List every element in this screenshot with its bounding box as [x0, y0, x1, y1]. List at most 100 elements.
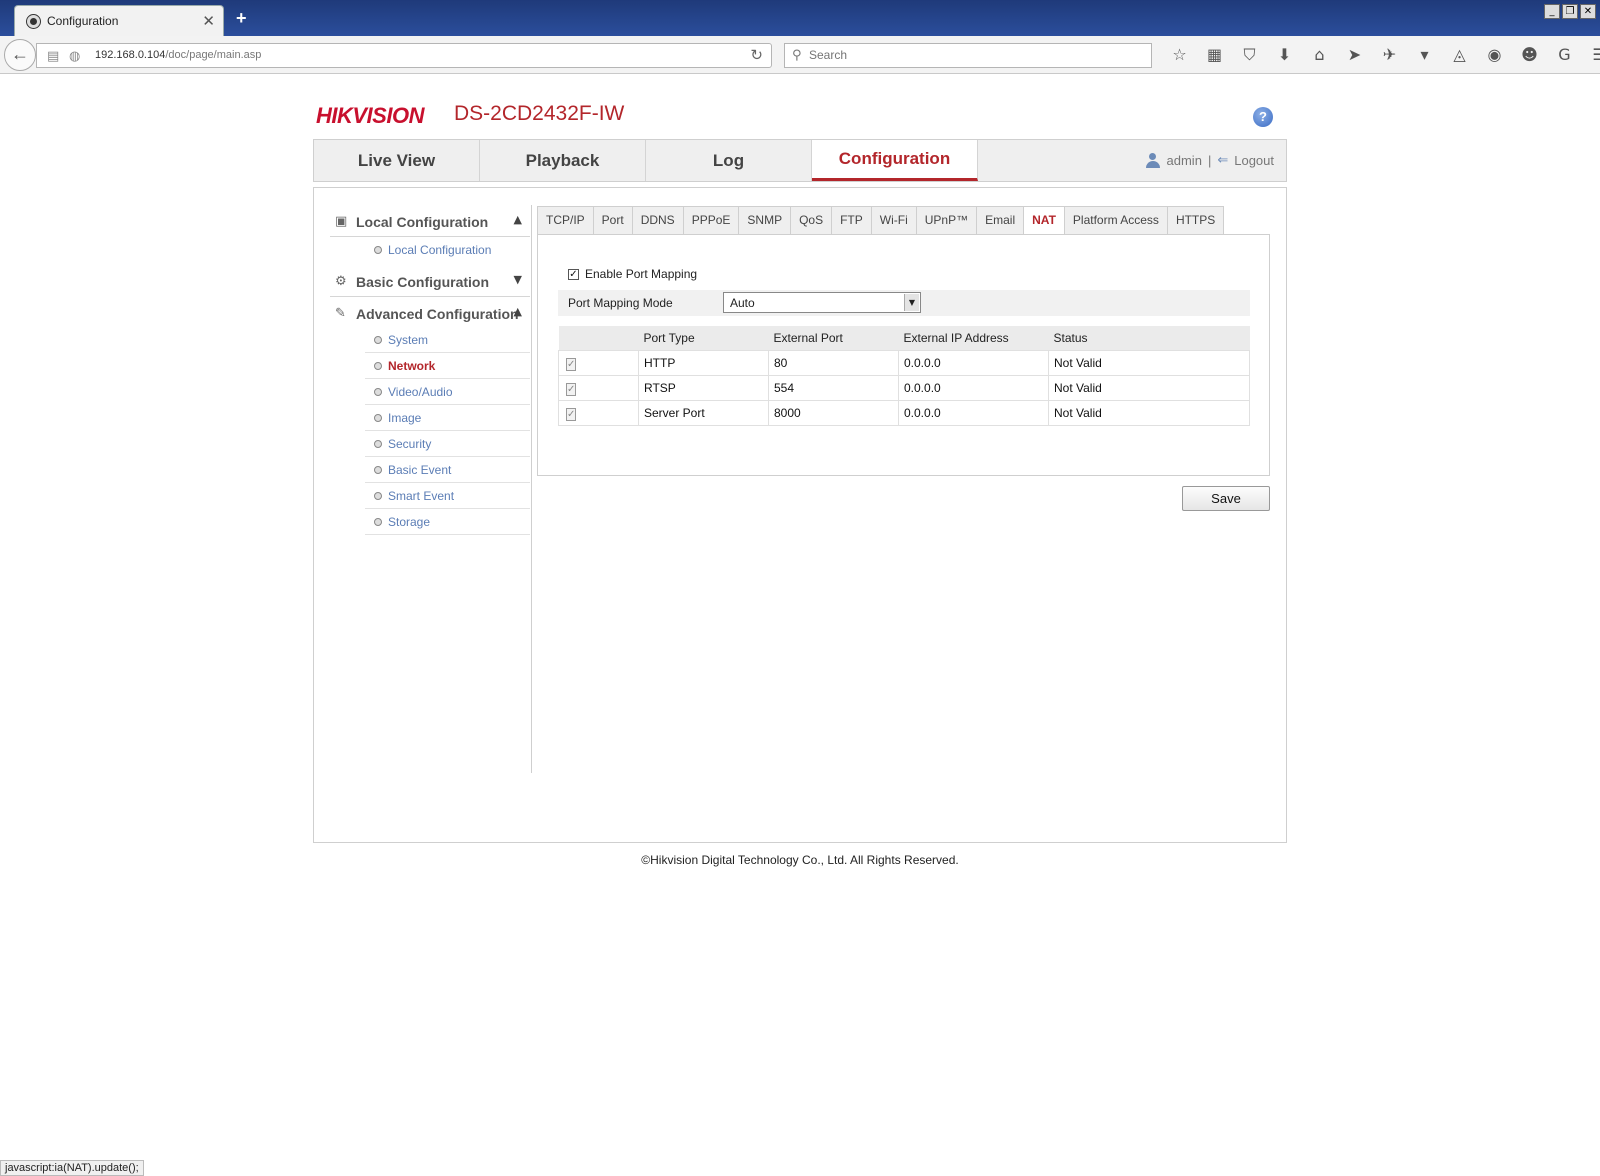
enable-port-mapping-checkbox[interactable]: ✓: [568, 268, 579, 280]
pocket-icon[interactable]: ⛉: [1232, 45, 1267, 65]
new-tab-button[interactable]: +: [236, 8, 247, 29]
dropdown-arrow-icon[interactable]: ▼: [904, 294, 919, 311]
section-advanced-configuration[interactable]: ✎ Advanced Configuration ▲: [330, 297, 530, 329]
reload-icon[interactable]: ↻: [750, 46, 763, 64]
tab-configuration[interactable]: Configuration: [812, 140, 978, 181]
tab-live-view[interactable]: Live View: [314, 140, 480, 181]
section-local-configuration[interactable]: ▣ Local Configuration ▲: [330, 205, 530, 237]
port-type-cell: Server Port: [638, 399, 769, 426]
url-text[interactable]: 192.168.0.104/doc/page/main.asp: [95, 49, 261, 61]
subtab-wifi[interactable]: Wi-Fi: [871, 206, 917, 235]
section-basic-configuration[interactable]: ⚙ Basic Configuration ▼: [330, 265, 530, 297]
minimize-icon[interactable]: _: [1544, 4, 1560, 19]
subtab-port[interactable]: Port: [593, 206, 633, 235]
bullet-icon: [374, 388, 382, 396]
chevron-down-icon[interactable]: ▼: [514, 273, 522, 286]
tab-playback[interactable]: Playback: [480, 140, 646, 181]
column-header: Status: [1048, 326, 1250, 350]
restore-icon[interactable]: ❐: [1562, 4, 1578, 19]
bullet-icon: [374, 492, 382, 500]
bullet-icon: [374, 362, 382, 370]
search-bar[interactable]: ⚲: [784, 43, 1152, 68]
page-info-icon[interactable]: ▤: [47, 48, 59, 64]
home-icon[interactable]: ⌂: [1302, 45, 1337, 65]
external-port-cell[interactable]: 554: [768, 374, 899, 401]
copyright-footer: ©Hikvision Digital Technology Co., Ltd. …: [641, 853, 959, 867]
sidebar-item-smart-event[interactable]: Smart Event: [365, 483, 530, 509]
sidebar-item-storage[interactable]: Storage: [365, 509, 530, 535]
sidebar-item-local-configuration[interactable]: Local Configuration: [365, 237, 530, 263]
close-tab-icon[interactable]: ✕: [202, 12, 215, 30]
tab-log[interactable]: Log: [646, 140, 812, 181]
section-title: Basic Configuration: [356, 274, 490, 290]
bullet-icon: [374, 414, 382, 422]
subtab-ddns[interactable]: DDNS: [632, 206, 684, 235]
logout-icon[interactable]: ⇐: [1217, 153, 1228, 168]
gear-icon: ⚙: [335, 274, 347, 289]
addon-chat-icon[interactable]: ☻: [1512, 45, 1547, 65]
browser-navbar: ← ▤ ◍ 192.168.0.104/doc/page/main.asp ↻ …: [0, 36, 1600, 74]
username: admin: [1166, 153, 1202, 168]
wrench-icon: ✎: [335, 306, 346, 321]
row-checkbox[interactable]: ✓: [566, 382, 577, 396]
back-arrow-icon[interactable]: ←: [4, 39, 36, 71]
sidebar-item-label: Smart Event: [388, 489, 455, 503]
save-button[interactable]: Save: [1182, 486, 1270, 511]
addon-drop-icon[interactable]: ◬: [1442, 45, 1477, 65]
sidebar-item-security[interactable]: Security: [365, 431, 530, 457]
subtab-upnp[interactable]: UPnP™: [916, 206, 978, 235]
download-icon[interactable]: ⬇: [1267, 45, 1302, 65]
subtab-qos[interactable]: QoS: [791, 206, 833, 235]
port-type-cell: HTTP: [638, 349, 769, 376]
menu-icon[interactable]: ☰: [1582, 45, 1600, 65]
subtab-pppoe[interactable]: PPPoE: [683, 206, 740, 235]
external-port-cell[interactable]: 8000: [768, 399, 899, 426]
sidebar-item-system[interactable]: System: [365, 327, 530, 353]
subtab-platform-access[interactable]: Platform Access: [1064, 206, 1168, 235]
bullet-icon: [374, 440, 382, 448]
port-mapping-mode-select[interactable]: Auto ▼: [723, 292, 921, 313]
sidebar-item-network[interactable]: Network: [365, 353, 530, 379]
subtab-tcpip[interactable]: TCP/IP: [537, 206, 594, 235]
addon-power-icon[interactable]: ◉: [1477, 45, 1512, 65]
subtab-https[interactable]: HTTPS: [1167, 206, 1225, 235]
network-sub-tabs: TCP/IP Port DDNS PPPoE SNMP QoS FTP Wi-F…: [537, 206, 1225, 235]
sidebar-item-label: Security: [388, 437, 432, 451]
subtab-ftp[interactable]: FTP: [832, 206, 872, 235]
bullet-icon: [374, 336, 382, 344]
logout-link[interactable]: Logout: [1234, 153, 1274, 168]
sidebar-item-image[interactable]: Image: [365, 405, 530, 431]
subtab-snmp[interactable]: SNMP: [739, 206, 792, 235]
dropdown-icon[interactable]: ▾: [1407, 45, 1442, 65]
port-mapping-table: Port Type External Port External IP Addr…: [558, 326, 1250, 426]
sidebar-item-label: Image: [388, 411, 422, 425]
extension-icon[interactable]: ✈: [1372, 45, 1407, 65]
sidebar: ▣ Local Configuration ▲ Local Configurat…: [330, 205, 532, 773]
table-row: ✓ Server Port 8000 0.0.0.0 Not Valid: [558, 399, 1250, 426]
row-checkbox[interactable]: ✓: [566, 357, 577, 371]
chevron-up-icon[interactable]: ▲: [514, 305, 522, 318]
sidebar-item-basic-event[interactable]: Basic Event: [365, 457, 530, 483]
help-icon[interactable]: ?: [1253, 107, 1273, 127]
row-checkbox[interactable]: ✓: [566, 407, 577, 421]
reading-list-icon[interactable]: ▦: [1197, 45, 1232, 65]
subtab-email[interactable]: Email: [977, 206, 1025, 235]
enable-port-mapping[interactable]: ✓ Enable Port Mapping: [568, 267, 697, 281]
sidebar-item-video-audio[interactable]: Video/Audio: [365, 379, 530, 405]
bookmark-star-icon[interactable]: ☆: [1162, 45, 1197, 65]
browser-tab[interactable]: Configuration ✕: [14, 5, 224, 36]
hikvision-logo: HIKVISION: [316, 103, 424, 128]
sidebar-item-label: System: [388, 333, 429, 347]
column-header: [558, 326, 639, 350]
url-bar[interactable]: ▤ ◍ 192.168.0.104/doc/page/main.asp ↻: [36, 43, 772, 68]
chevron-up-icon[interactable]: ▲: [514, 213, 522, 226]
column-header: Port Type: [638, 326, 769, 350]
search-input[interactable]: [809, 48, 1129, 62]
close-window-icon[interactable]: ✕: [1580, 4, 1596, 19]
status-cell: Not Valid: [1048, 374, 1250, 401]
enable-port-mapping-label: Enable Port Mapping: [585, 267, 698, 281]
external-port-cell[interactable]: 80: [768, 349, 899, 376]
section-title: Local Configuration: [356, 214, 489, 230]
send-icon[interactable]: ➤: [1337, 45, 1372, 65]
addon-g-icon[interactable]: G: [1547, 45, 1582, 65]
